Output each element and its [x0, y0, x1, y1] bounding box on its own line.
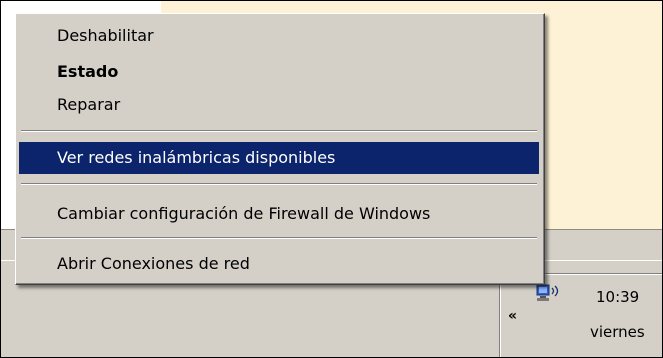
menu-item-reparar[interactable]: Reparar [19, 89, 539, 121]
clock-day[interactable]: viernes [590, 323, 645, 341]
menu-item-conexiones-red[interactable]: Abrir Conexiones de red [19, 248, 539, 280]
clock-time[interactable]: 10:39 [596, 288, 639, 306]
menu-item-firewall[interactable]: Cambiar configuración de Firewall de Win… [19, 198, 539, 230]
menu-item-ver-redes[interactable]: Ver redes inalámbricas disponibles [19, 142, 539, 174]
menu-separator [21, 237, 537, 239]
menu-item-estado[interactable]: Estado [19, 56, 539, 88]
menu-separator [21, 183, 537, 185]
system-tray: « 10:39 viernes [499, 273, 662, 357]
tray-expand-button[interactable]: « [508, 308, 517, 324]
screen-frame: « 10:39 viernes Deshabilitar Estado Repa… [0, 0, 663, 358]
network-context-menu: Deshabilitar Estado Reparar Ver redes in… [15, 13, 545, 285]
wireless-network-icon[interactable] [534, 282, 564, 308]
menu-separator [21, 130, 537, 132]
menu-item-deshabilitar[interactable]: Deshabilitar [19, 20, 539, 52]
